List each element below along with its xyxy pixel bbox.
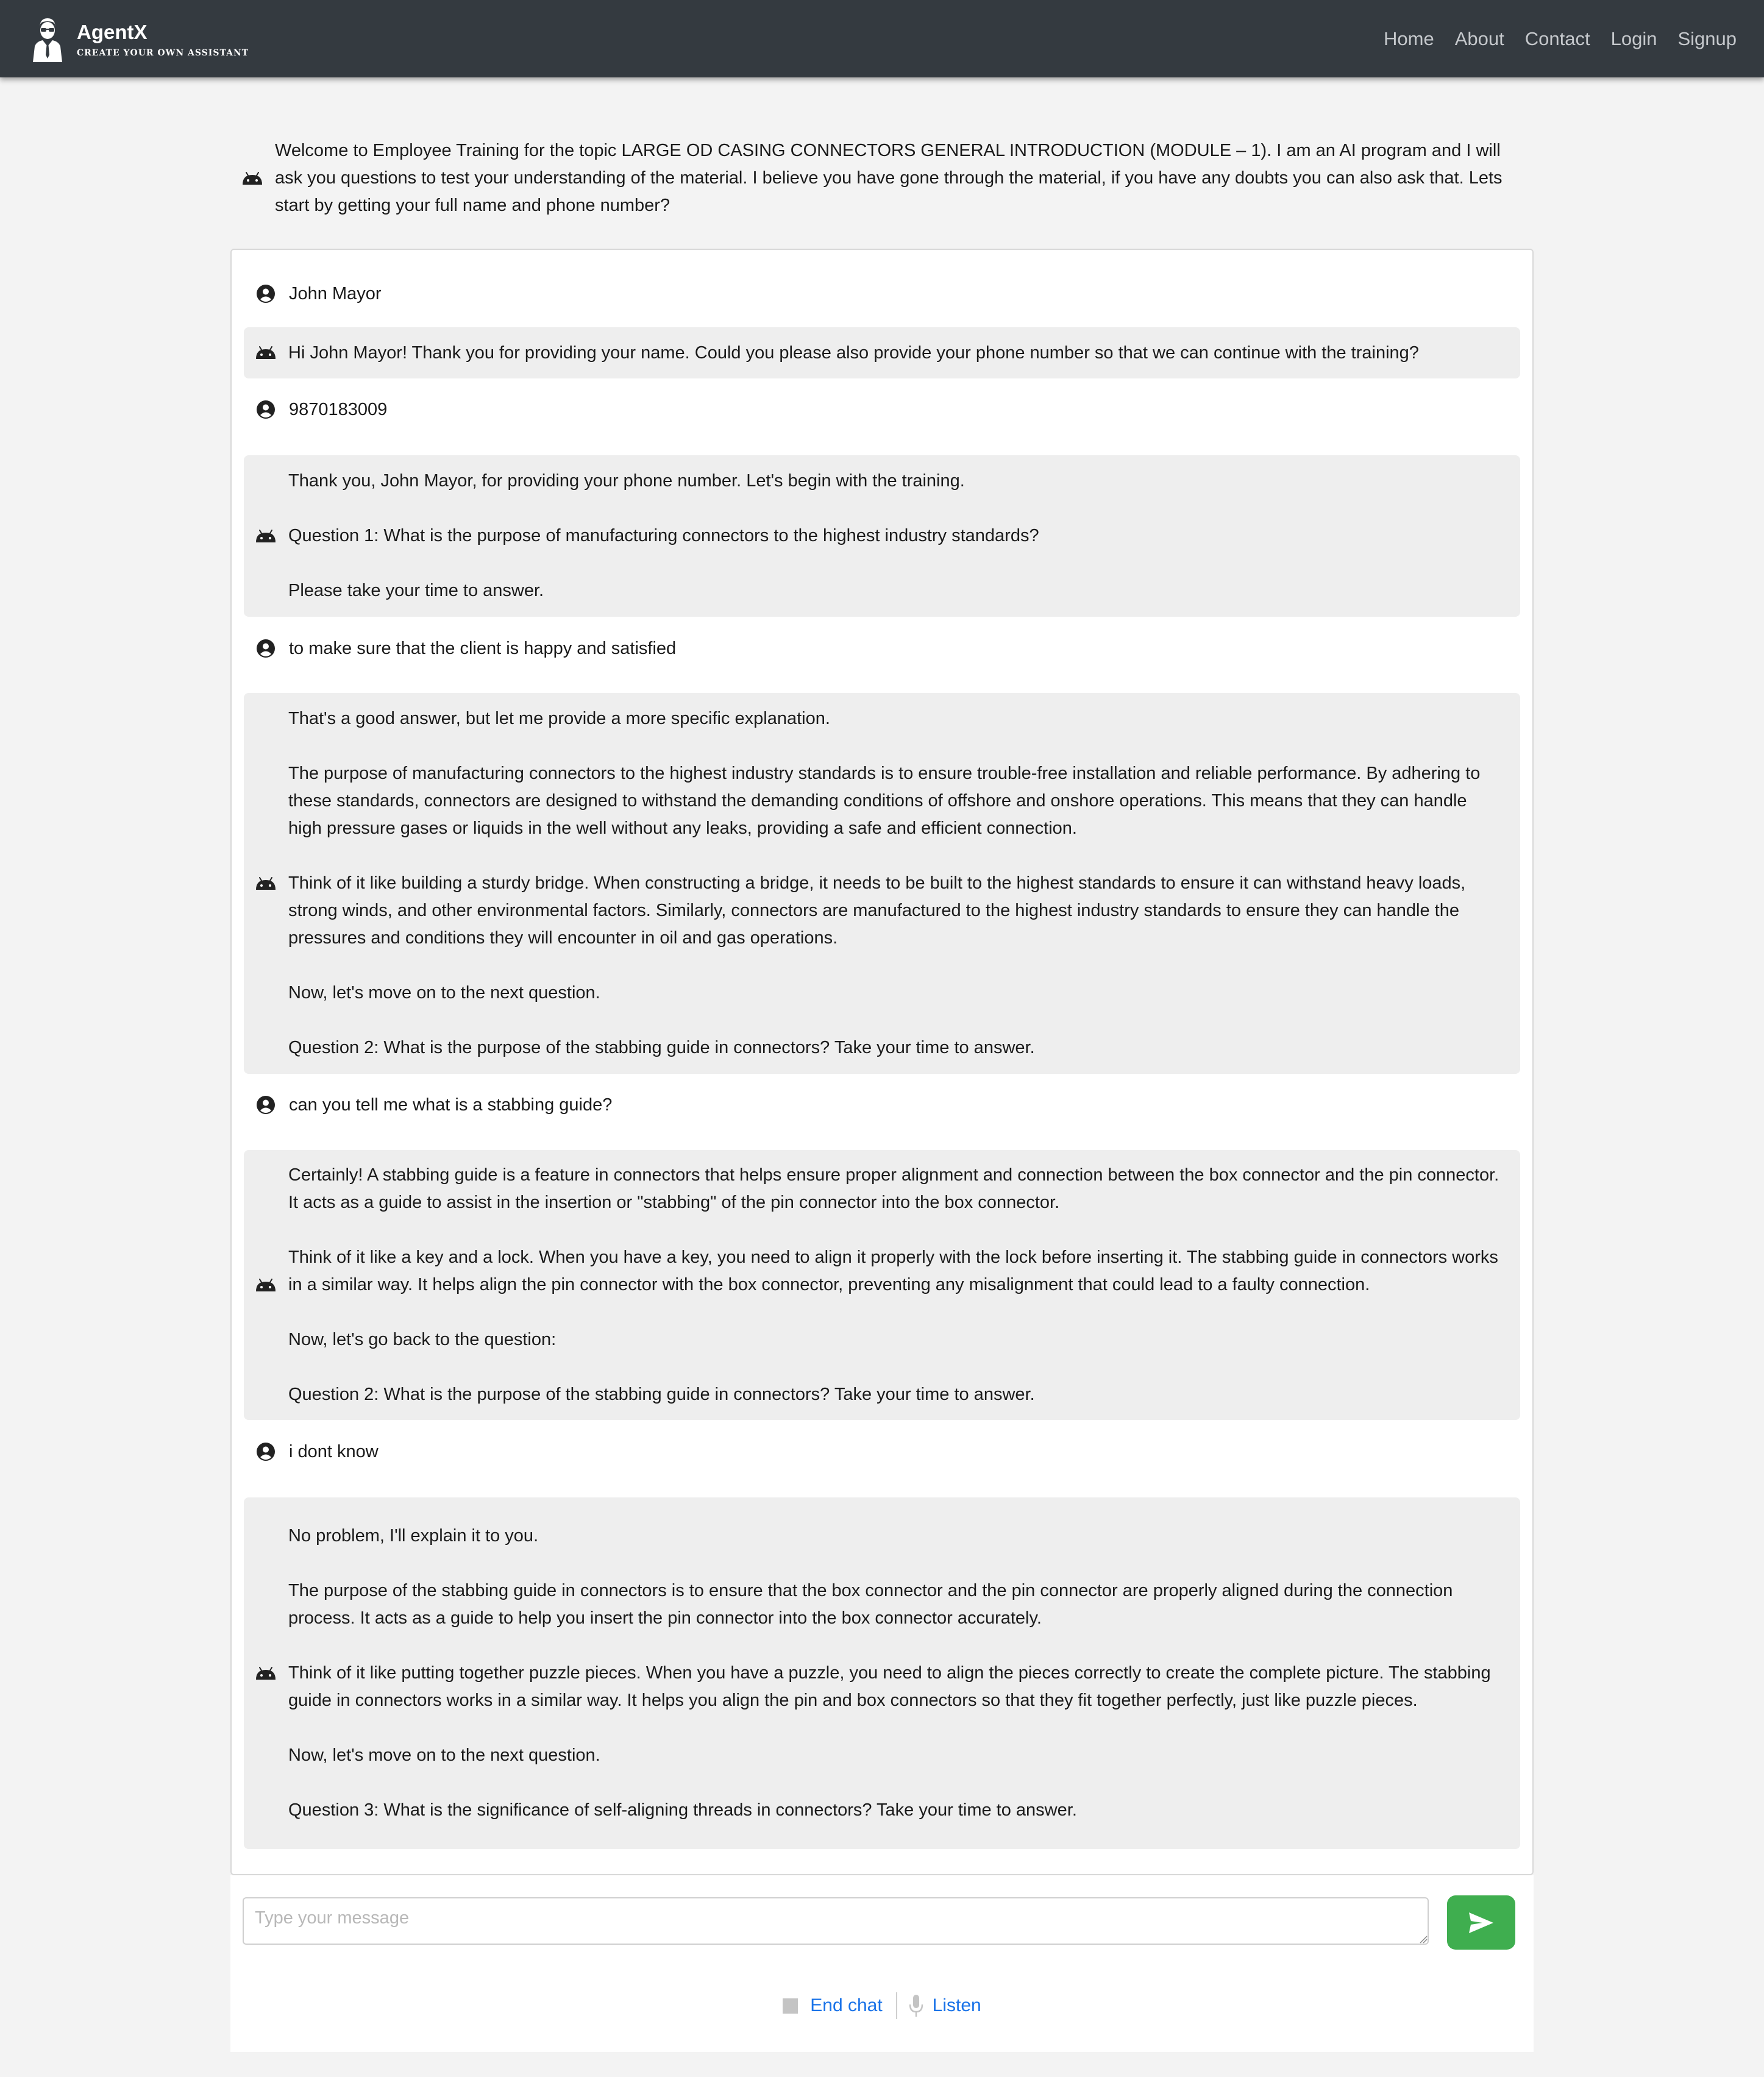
android-icon — [256, 876, 276, 890]
message-text: That's a good answer, but let me provide… — [288, 709, 830, 728]
user-message: 9870183009 — [244, 391, 1520, 428]
stop-icon — [783, 1998, 798, 2014]
message-text: Certainly! A stabbing guide is a feature… — [288, 1165, 1499, 1212]
chat-history[interactable]: John Mayor Hi John Mayor! Thank you for … — [230, 249, 1534, 1875]
message-text: i dont know — [289, 1441, 379, 1461]
bot-message: That's a good answer, but let me provide… — [244, 693, 1520, 1074]
user-circle-icon — [257, 1096, 275, 1114]
message-text: Think of it like building a sturdy bridg… — [288, 873, 1466, 948]
nav-link-signup[interactable]: Signup — [1677, 28, 1737, 50]
brand-name: AgentX — [77, 20, 148, 43]
welcome-message: Welcome to Employee Training for the top… — [232, 137, 1530, 219]
nav-link-contact[interactable]: Contact — [1525, 28, 1590, 50]
end-chat-label: End chat — [810, 1995, 883, 2015]
send-icon — [1469, 1912, 1493, 1933]
user-message: i dont know — [244, 1433, 1520, 1470]
listen-button[interactable]: Listen — [908, 1994, 981, 2018]
nav-link-login[interactable]: Login — [1611, 28, 1657, 50]
nav-link-about[interactable]: About — [1455, 28, 1504, 50]
nav-links: Home About Contact Login Signup — [1384, 28, 1737, 50]
controls-divider — [895, 1992, 897, 2019]
user-circle-icon — [257, 639, 275, 658]
user-circle-icon — [257, 1443, 275, 1461]
message-text: to make sure that the client is happy an… — [289, 638, 677, 658]
navbar: AgentX CREATE YOUR OWN ASSISTANT Home Ab… — [0, 0, 1764, 77]
agent-logo-icon — [33, 18, 62, 62]
user-circle-icon — [257, 400, 275, 419]
message-text: Please take your time to answer. — [288, 581, 544, 600]
bot-message: Hi John Mayor! Thank you for providing y… — [244, 327, 1520, 378]
welcome-text: Welcome to Employee Training for the top… — [275, 141, 1503, 215]
message-input[interactable] — [243, 1897, 1429, 1945]
message-text: Hi John Mayor! Thank you for providing y… — [288, 343, 1419, 363]
user-circle-icon — [257, 285, 275, 303]
bot-message: Certainly! A stabbing guide is a feature… — [244, 1150, 1520, 1420]
android-icon — [256, 1278, 276, 1291]
android-icon — [256, 529, 276, 542]
listen-label: Listen — [932, 1995, 981, 2015]
message-text: Thank you, John Mayor, for providing you… — [288, 471, 965, 491]
message-text: Now, let's move on to the next question. — [288, 983, 600, 1003]
message-text: can you tell me what is a stabbing guide… — [289, 1095, 613, 1115]
message-text: Think of it like a key and a lock. When … — [288, 1248, 1498, 1294]
android-icon — [256, 1666, 276, 1680]
send-button[interactable] — [1447, 1895, 1515, 1950]
message-text: John Mayor — [289, 283, 382, 304]
message-text: No problem, I'll explain it to you. — [288, 1526, 539, 1546]
message-text: 9870183009 — [289, 399, 388, 419]
nav-link-home[interactable]: Home — [1384, 28, 1434, 50]
user-message: can you tell me what is a stabbing guide… — [244, 1087, 1520, 1123]
end-chat-button[interactable]: End chat — [783, 1995, 883, 2016]
message-text: Question 3: What is the significance of … — [288, 1800, 1077, 1820]
user-message: to make sure that the client is happy an… — [244, 630, 1520, 667]
user-message: John Mayor — [244, 275, 1520, 312]
android-icon — [256, 346, 276, 359]
brand[interactable]: AgentX CREATE YOUR OWN ASSISTANT — [29, 15, 249, 63]
composer: End chat Listen — [230, 1875, 1534, 2052]
message-text: The purpose of the stabbing guide in con… — [288, 1581, 1453, 1628]
microphone-icon — [909, 1995, 923, 2017]
brand-tagline: CREATE YOUR OWN ASSISTANT — [77, 48, 249, 58]
message-text: Question 2: What is the purpose of the s… — [288, 1038, 1035, 1057]
message-text: Question 2: What is the purpose of the s… — [288, 1385, 1035, 1404]
android-icon — [243, 171, 262, 185]
message-text: Question 1: What is the purpose of manuf… — [288, 526, 1039, 545]
message-text: Think of it like putting together puzzle… — [288, 1663, 1491, 1710]
chat-controls: End chat Listen — [230, 1990, 1534, 2021]
bot-message: Thank you, John Mayor, for providing you… — [244, 455, 1520, 617]
bot-message: No problem, I'll explain it to you. The … — [244, 1497, 1520, 1849]
message-text: Now, let's move on to the next question. — [288, 1745, 600, 1765]
message-text: The purpose of manufacturing connectors … — [288, 764, 1481, 838]
resize-grip-icon[interactable] — [1419, 1935, 1428, 1944]
message-text: Now, let's go back to the question: — [288, 1330, 557, 1349]
